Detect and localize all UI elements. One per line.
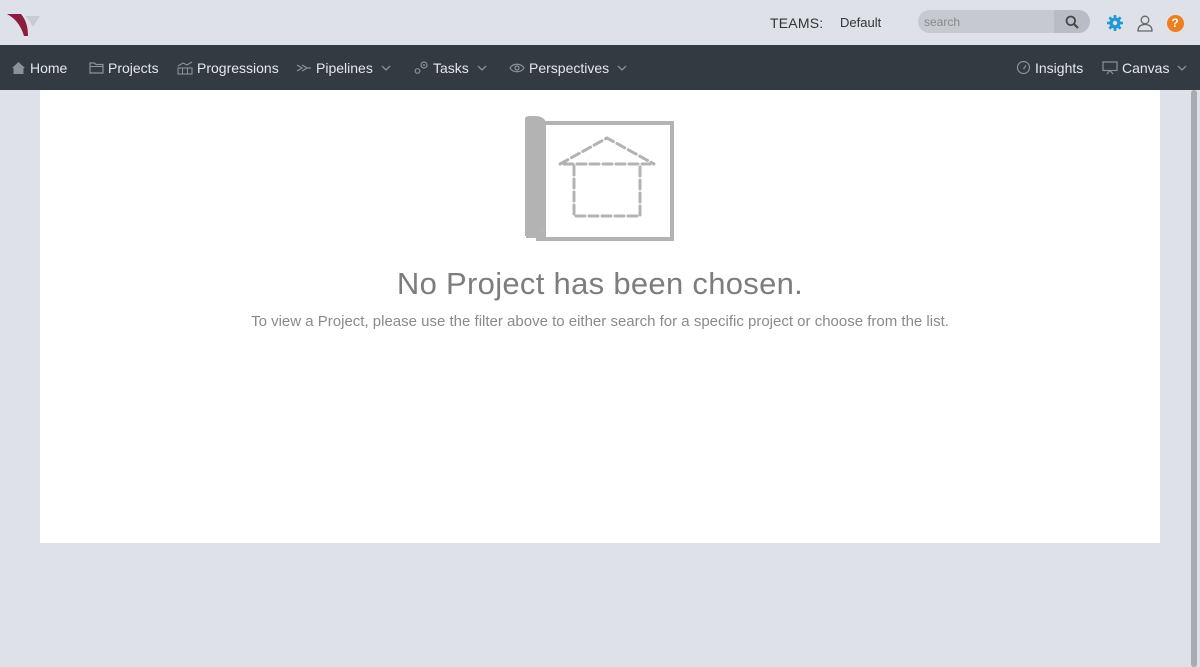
search-icon: [1065, 15, 1079, 29]
user-icon: [1137, 15, 1153, 32]
search-box: [918, 10, 1090, 33]
blueprint-house-icon: [525, 116, 674, 241]
pipelines-icon: [296, 60, 312, 76]
home-icon: [10, 60, 26, 76]
teams-label: TEAMS:: [770, 15, 824, 31]
gear-icon: [1107, 15, 1123, 31]
settings-button[interactable]: [1105, 13, 1125, 33]
folder-icon: [88, 60, 104, 76]
nav-insights-label: Insights: [1035, 59, 1084, 76]
progressions-icon: [177, 60, 193, 76]
help-button[interactable]: ?: [1165, 13, 1185, 33]
user-button[interactable]: [1135, 13, 1155, 33]
chevron-down-icon: [381, 63, 391, 73]
chevron-down-icon: [477, 63, 487, 73]
nav-pipelines[interactable]: Pipelines: [296, 45, 391, 90]
nav-perspectives-label: Perspectives: [529, 59, 610, 76]
nav-projects[interactable]: Projects: [88, 45, 159, 90]
help-icon: ?: [1166, 14, 1184, 32]
nav-home[interactable]: Home: [10, 45, 67, 90]
logo[interactable]: [7, 10, 41, 36]
nav-tasks[interactable]: Tasks: [413, 45, 487, 90]
chevron-down-icon: [617, 63, 627, 73]
scrollbar[interactable]: [1189, 90, 1200, 667]
chevron-down-icon: [1177, 63, 1187, 73]
nav-tasks-label: Tasks: [433, 59, 469, 76]
content-panel: No Project has been chosen. To view a Pr…: [40, 90, 1160, 543]
eye-icon: [509, 60, 525, 76]
top-header: TEAMS: Default ?: [0, 0, 1200, 45]
nav-canvas[interactable]: Canvas: [1102, 45, 1187, 90]
monitor-icon: [1102, 60, 1118, 76]
nav-projects-label: Projects: [108, 59, 159, 76]
tasks-icon: [413, 60, 429, 76]
nav-perspectives[interactable]: Perspectives: [509, 45, 627, 90]
empty-state-subtitle: To view a Project, please use the filter…: [251, 313, 949, 330]
empty-state-title: No Project has been chosen.: [396, 266, 804, 301]
nav-canvas-label: Canvas: [1122, 59, 1170, 76]
nav-home-label: Home: [30, 59, 68, 76]
nav-progressions-label: Progressions: [197, 59, 279, 76]
gauge-icon: [1015, 60, 1031, 76]
teams-selector[interactable]: Default: [840, 15, 881, 30]
search-button[interactable]: [1054, 10, 1090, 33]
main-nav: Home Projects Progressions Pipelines Tas…: [0, 45, 1200, 90]
nav-pipelines-label: Pipelines: [316, 59, 373, 76]
search-input[interactable]: [918, 10, 1054, 33]
nav-progressions[interactable]: Progressions: [177, 45, 279, 90]
nav-insights[interactable]: Insights: [1015, 45, 1083, 90]
scrollbar-thumb[interactable]: [1191, 90, 1197, 667]
